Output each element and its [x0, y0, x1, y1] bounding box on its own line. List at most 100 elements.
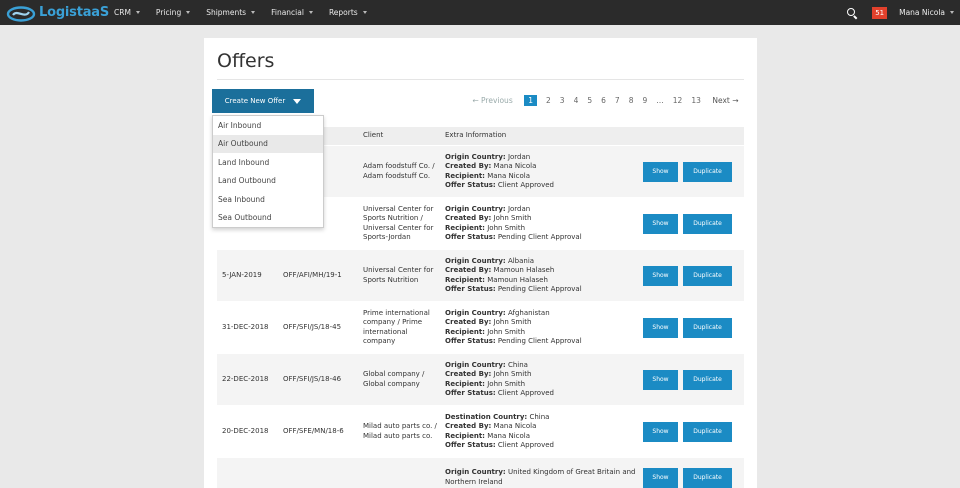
pagination-prev[interactable]: ← Previous	[472, 96, 512, 105]
extra-info-value: Afghanistan	[507, 308, 550, 317]
duplicate-button[interactable]: Duplicate	[683, 369, 732, 390]
nav-reports[interactable]: Reports	[329, 8, 367, 17]
duplicate-button[interactable]: Duplicate	[683, 467, 732, 488]
pagination-page[interactable]: 13	[691, 96, 701, 105]
brand-logo[interactable]: LogistaaS	[6, 4, 114, 22]
cell-extra-information: Origin Country: United Kingdom of Great …	[440, 458, 639, 488]
navbar-right: 51 Mana Nicola	[846, 0, 954, 25]
extra-info-value: Client Approved	[497, 441, 554, 449]
duplicate-button[interactable]: Duplicate	[683, 265, 732, 286]
extra-info-line: Created By: Mana Nicola	[445, 422, 554, 432]
top-navbar: LogistaaS CRM Pricing Shipments Financia…	[0, 0, 960, 25]
create-offer-dropdown: Air Inbound Air Outbound Land Inbound La…	[212, 115, 324, 228]
extra-info-line: Offer Status: Pending Client Approval	[445, 233, 582, 243]
cell-client: Prime international company / Prime inte…	[363, 308, 430, 346]
pagination-page[interactable]: 3	[560, 96, 565, 105]
duplicate-button[interactable]: Duplicate	[683, 213, 732, 234]
extra-info-line: Created By: John Smith	[445, 318, 582, 328]
extra-info-key: Created By:	[445, 318, 492, 326]
nav-shipments[interactable]: Shipments	[206, 8, 256, 17]
show-button[interactable]: Show	[643, 317, 678, 338]
extra-info-key: Recipient:	[445, 379, 485, 388]
pagination-page[interactable]: 12	[673, 96, 683, 105]
extra-info-key: Created By:	[445, 266, 492, 274]
header-extra-information: Extra Information	[445, 131, 507, 140]
show-button[interactable]: Show	[643, 421, 678, 442]
extra-info-line: Offer Status: Client Approved	[445, 389, 554, 399]
dropdown-item-land-inbound[interactable]: Land Inbound	[213, 153, 323, 172]
pagination-page[interactable]: 2	[546, 96, 551, 105]
extra-info-line: Offer Status: Pending Client Approval	[445, 337, 582, 347]
extra-info-key: Created By:	[445, 214, 492, 222]
pagination-page[interactable]: 1	[524, 95, 538, 106]
pagination: ← Previous 1 2 3 4 5 6 7 8 9 … 12 13 Nex…	[468, 95, 743, 106]
cell-actions: Show Duplicate	[639, 406, 744, 457]
extra-info-value: Pending Client Approval	[497, 233, 582, 241]
notification-badge[interactable]: 51	[872, 6, 888, 19]
extra-info-key: Origin Country:	[445, 256, 506, 265]
nav-financial[interactable]: Financial	[271, 8, 313, 17]
extra-info-value: John Smith	[487, 379, 526, 388]
dropdown-item-land-outbound[interactable]: Land Outbound	[213, 172, 323, 191]
extra-info-key: Recipient:	[445, 431, 485, 440]
pagination-page[interactable]: 7	[615, 96, 620, 105]
create-new-offer-button[interactable]: Create New Offer	[212, 89, 314, 113]
nav-pricing[interactable]: Pricing	[156, 8, 191, 17]
extra-info-key: Offer Status:	[445, 233, 496, 241]
extra-info-key: Origin Country:	[445, 152, 506, 161]
cell-extra-information: Origin Country: Afghanistan Created By: J…	[440, 302, 639, 353]
cell-extra-information: Origin Country: China Created By: John Sm…	[440, 354, 639, 405]
extra-info-line: Recipient: Mana Nicola	[445, 172, 554, 182]
user-menu[interactable]: Mana Nicola	[899, 8, 954, 17]
extra-info-line: Recipient: John Smith	[445, 328, 582, 338]
show-button[interactable]: Show	[643, 265, 678, 286]
extra-info-value: Jordan	[507, 204, 531, 213]
extra-info-value: John Smith	[493, 370, 532, 378]
extra-info-value: Mana Nicola	[487, 431, 531, 440]
extra-info-line: Origin Country: Jordan	[445, 205, 582, 215]
extra-info-line: Created By: Mamoun Halaseh	[445, 266, 582, 276]
cell-actions: Show Duplicate	[639, 146, 744, 197]
dropdown-item-air-inbound[interactable]: Air Inbound	[213, 116, 323, 135]
extra-info-key: Offer Status:	[445, 389, 496, 397]
cloud-logo-icon	[6, 4, 36, 22]
pagination-ellipsis: …	[656, 96, 664, 105]
pagination-page[interactable]: 5	[587, 96, 592, 105]
cell-reference	[278, 458, 358, 488]
extra-info-line: Recipient: Mana Nicola	[445, 432, 554, 442]
extra-info-line: Origin Country: China	[445, 361, 554, 371]
show-button[interactable]: Show	[643, 369, 678, 390]
extra-info-value: Mana Nicola	[487, 171, 531, 180]
pagination-page[interactable]: 6	[601, 96, 606, 105]
show-button[interactable]: Show	[643, 213, 678, 234]
extra-info-value: Albania	[507, 256, 535, 265]
nav-crm[interactable]: CRM	[114, 8, 140, 17]
search-icon[interactable]	[846, 7, 858, 19]
dropdown-item-sea-outbound[interactable]: Sea Outbound	[213, 209, 323, 228]
cell-client	[358, 458, 440, 488]
extra-info-value: China	[529, 412, 550, 421]
caret-down-icon	[308, 11, 313, 14]
extra-info-key: Created By:	[445, 370, 492, 378]
caret-down-icon	[186, 11, 191, 14]
dropdown-item-air-outbound[interactable]: Air Outbound	[213, 134, 323, 153]
dropdown-item-sea-inbound[interactable]: Sea Inbound	[213, 190, 323, 209]
extra-info-line: Created By: Mana Nicola	[445, 162, 554, 172]
extra-info-value: Client Approved	[497, 389, 554, 397]
show-button[interactable]: Show	[643, 161, 678, 182]
duplicate-button[interactable]: Duplicate	[683, 161, 732, 182]
pagination-page[interactable]: 9	[642, 96, 647, 105]
extra-info-value: John Smith	[493, 214, 532, 222]
brand-name: LogistaaS	[39, 5, 110, 20]
pagination-page[interactable]: 4	[574, 96, 579, 105]
duplicate-button[interactable]: Duplicate	[683, 317, 732, 338]
cell-actions: Show Duplicate	[639, 302, 744, 353]
extra-info-line: Recipient: John Smith	[445, 224, 582, 234]
extra-info-value: Mana Nicola	[493, 162, 537, 170]
duplicate-button[interactable]: Duplicate	[683, 421, 732, 442]
cell-actions: Show Duplicate	[639, 250, 744, 301]
extra-info-value: Mamoun Halaseh	[493, 266, 555, 274]
pagination-page[interactable]: 8	[629, 96, 634, 105]
show-button[interactable]: Show	[643, 467, 678, 488]
pagination-next[interactable]: Next →	[712, 96, 738, 105]
